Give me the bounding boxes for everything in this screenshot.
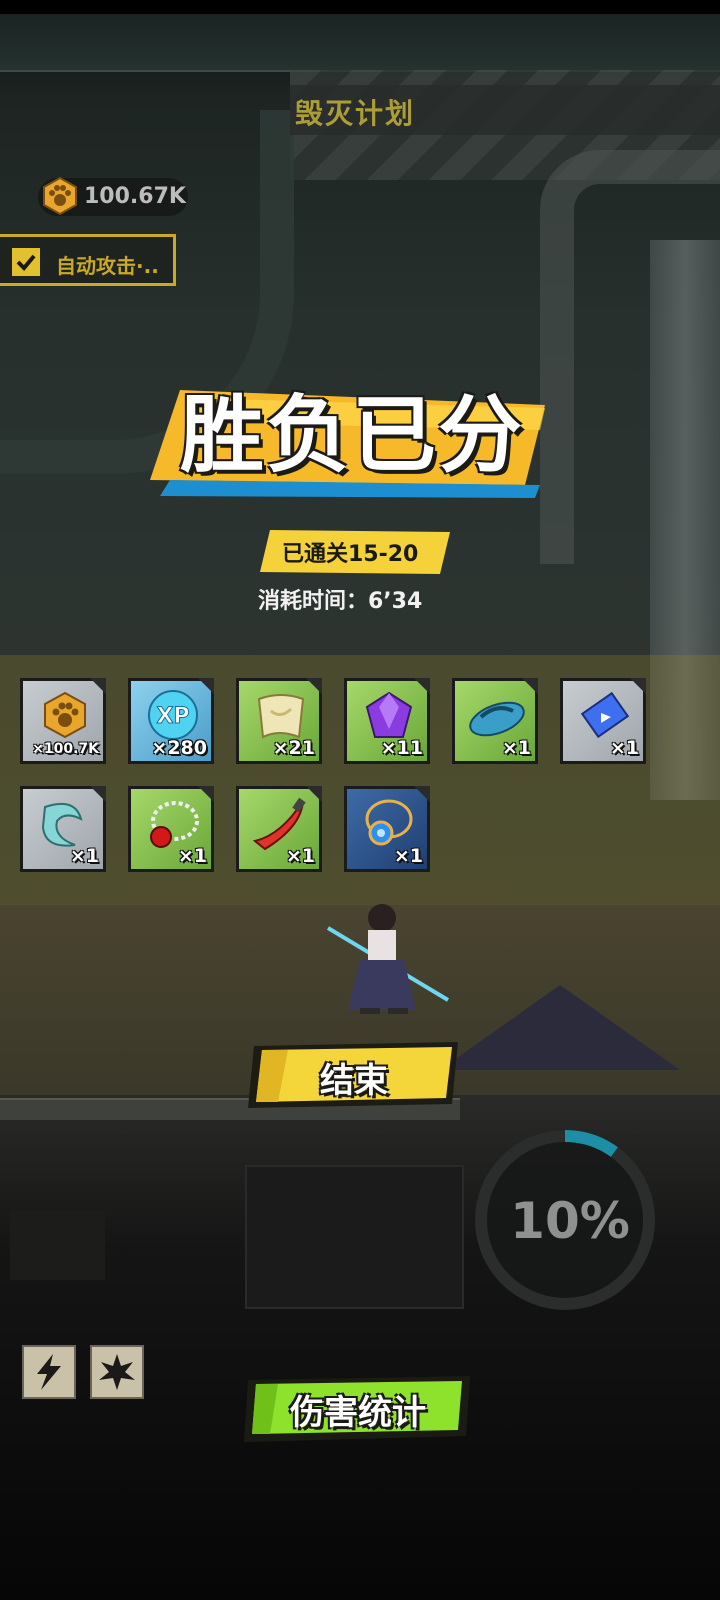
elapsed-time: 消耗时间：6’34 <box>258 589 423 614</box>
reward-slot[interactable]: ×1 <box>236 786 322 872</box>
background-block <box>10 1210 105 1280</box>
checkmark-icon <box>16 254 36 271</box>
skill-slot[interactable] <box>90 1345 144 1399</box>
reward-quantity: ×11 <box>380 737 423 759</box>
explosion-skill-icon <box>99 1354 135 1390</box>
reward-quantity: ×1 <box>69 845 99 867</box>
skill-slot[interactable] <box>22 1345 76 1399</box>
reward-slot[interactable]: XP ×280 <box>128 678 214 764</box>
background-tent <box>440 985 680 1070</box>
reward-slot[interactable]: ×21 <box>236 678 322 764</box>
damage-stats-button[interactable]: 伤害统计 <box>244 1385 472 1434</box>
reward-quantity: ×100.7K <box>32 741 99 757</box>
reward-quantity: ×1 <box>177 845 207 867</box>
reward-quantity: ×1 <box>393 845 423 867</box>
auto-attack-label: 自动攻击·.. <box>56 254 159 278</box>
reward-slot[interactable]: ×1 <box>452 678 538 764</box>
hero-character <box>326 904 450 1014</box>
reward-quantity: ×1 <box>501 737 531 759</box>
lightning-skill-icon <box>37 1354 61 1390</box>
status-strip <box>0 0 720 14</box>
svg-text:XP: XP <box>156 704 189 729</box>
reward-slot[interactable]: ×100.7K <box>20 678 106 764</box>
game-screen: 毁灭计划 100.67K 自动攻击·.. 胜负已分 已通关15-20 消耗时间：… <box>0 0 720 1600</box>
reward-quantity: ×21 <box>272 737 315 759</box>
victory-title: 胜负已分 <box>180 386 525 484</box>
currency-amount: 100.67K <box>84 184 186 209</box>
stage-cleared-text: 已通关15-20 <box>282 542 419 567</box>
background-wall <box>0 14 720 72</box>
reward-slot[interactable]: ×1 <box>560 678 646 764</box>
auto-attack-checkbox[interactable] <box>12 248 40 276</box>
paw-coin-icon <box>40 176 80 216</box>
progress-percent: 10% <box>510 1192 630 1250</box>
paw-coin-icon <box>44 691 86 739</box>
background-block <box>245 1165 464 1309</box>
reward-quantity: ×1 <box>285 845 315 867</box>
stage-title: 毁灭计划 <box>295 97 416 130</box>
reward-slot[interactable]: ×1 <box>128 786 214 872</box>
end-button[interactable]: 结束 <box>248 1053 460 1102</box>
reward-slot[interactable]: ×11 <box>344 678 430 764</box>
reward-slot[interactable]: ×1 <box>344 786 430 872</box>
reward-slot[interactable]: ×1 <box>20 786 106 872</box>
reward-quantity: ×280 <box>151 737 207 759</box>
reward-quantity: ×1 <box>609 737 639 759</box>
